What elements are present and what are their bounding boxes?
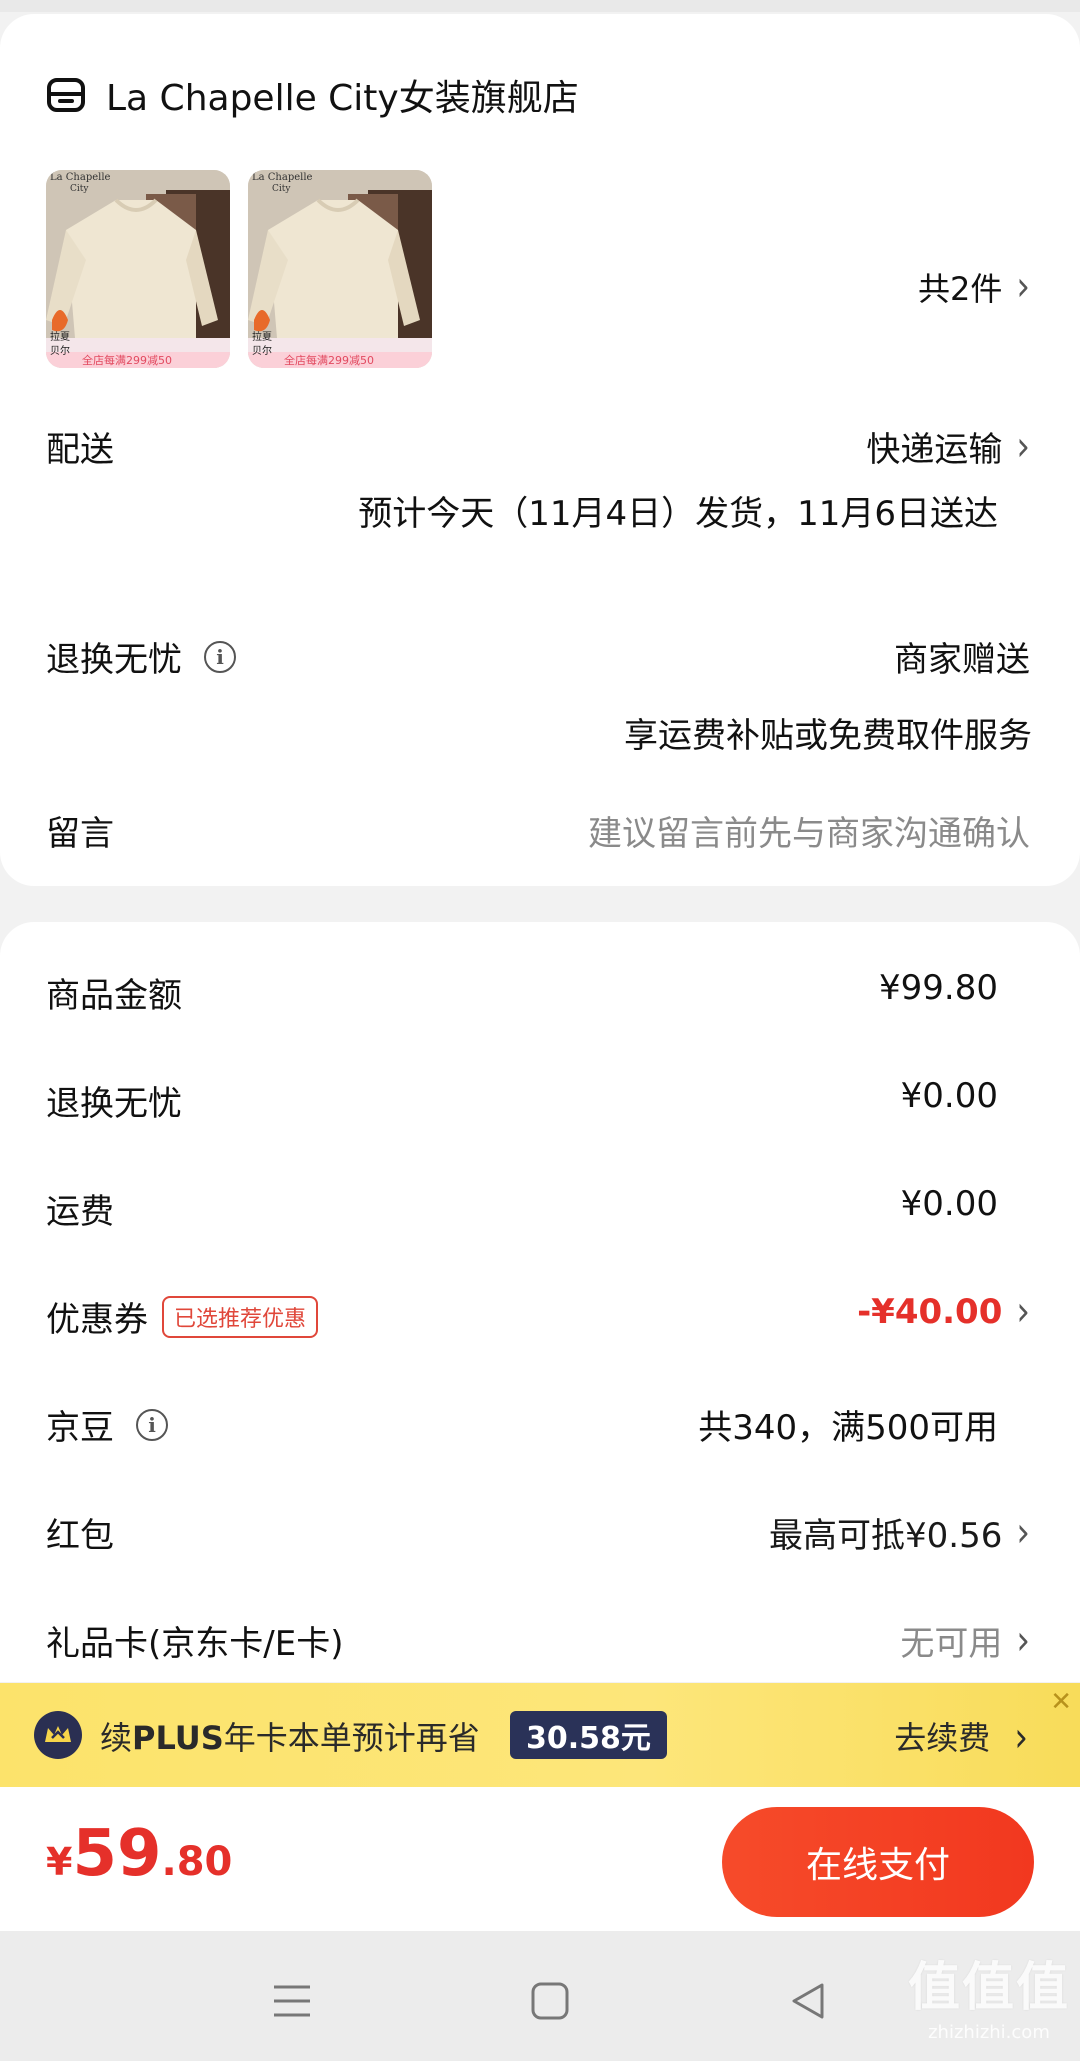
- message-label: 留言: [46, 814, 114, 854]
- store-name: La Chapelle City女装旗舰店: [106, 78, 579, 119]
- thumb-side-text: 拉夏: [50, 332, 70, 343]
- beans-label: 京豆: [46, 1408, 114, 1448]
- coupon-label: 优惠券: [46, 1300, 148, 1340]
- coupon-link[interactable]: -¥40.00 ›: [857, 1288, 1030, 1336]
- back-icon[interactable]: [778, 1971, 838, 2031]
- coupon-value: -¥40.00: [857, 1292, 1003, 1332]
- giftcard-link[interactable]: 无可用 ›: [900, 1616, 1030, 1665]
- chevron-right-icon: ›: [1016, 1288, 1030, 1336]
- thumb-brand-text: La Chapelle: [50, 172, 111, 183]
- total-decimal: .80: [161, 1839, 233, 1885]
- plus-text-body: 年卡本单预计再省: [223, 1719, 480, 1757]
- close-icon[interactable]: ✕: [1050, 1687, 1072, 1717]
- returns-sub: 享运费补贴或免费取件服务: [624, 716, 1032, 756]
- sweater-image: [248, 170, 432, 368]
- chevron-right-icon: ›: [1016, 263, 1030, 311]
- store-header[interactable]: La Chapelle City女装旗舰店: [46, 60, 579, 130]
- store-icon: [47, 78, 85, 112]
- info-icon[interactable]: i: [136, 1408, 168, 1441]
- chevron-right-icon: ›: [1014, 1714, 1028, 1762]
- thumb-side-text-2: 贝尔: [252, 346, 272, 357]
- chevron-right-icon: ›: [1016, 1616, 1030, 1665]
- plus-saving-badge: 30.58元: [510, 1711, 667, 1759]
- thumb-side-text: 拉夏: [252, 332, 272, 343]
- plus-crown-icon: [34, 1711, 82, 1759]
- pay-online-button[interactable]: 在线支付: [722, 1807, 1034, 1917]
- watermark: 值值值 zhizhizhi.com: [908, 1945, 1070, 2043]
- returns-label: 退换无忧: [46, 640, 182, 680]
- thumb-promo-text: 全店每满299减50: [284, 354, 374, 367]
- chevron-right-icon: ›: [1016, 1508, 1030, 1557]
- delivery-label: 配送: [46, 430, 114, 470]
- price-summary-card: 商品金额 ¥99.80 退换无忧 ¥0.00 运费 ¥0.00 优惠券 已选推荐…: [0, 922, 1080, 1682]
- delivery-method: 快递运输: [866, 430, 1003, 470]
- redpacket-link[interactable]: 最高可抵¥0.56 ›: [769, 1508, 1030, 1557]
- top-strip: [0, 0, 1080, 12]
- checkout-bar: ¥ 59 .80 在线支付: [0, 1787, 1080, 1931]
- item-count-label: 共2件: [918, 270, 1003, 308]
- coupon-tag: 已选推荐优惠: [162, 1295, 319, 1338]
- thumb-brand-text-2: City: [70, 184, 89, 194]
- goods-amount-label: 商品金额: [46, 976, 182, 1016]
- thumb-brand-text-2: City: [272, 184, 291, 194]
- product-thumbnail[interactable]: La Chapelle City 拉夏 贝尔 全店每满299减50: [46, 170, 230, 368]
- plus-renew-button[interactable]: 去续费 ›: [894, 1713, 1028, 1762]
- goods-amount-value: ¥99.80: [879, 968, 998, 1008]
- order-items-card: La Chapelle City女装旗舰店 La Chapelle City 拉…: [0, 14, 1080, 886]
- plus-prefix: 续: [100, 1719, 133, 1757]
- returns-fee-value: ¥0.00: [900, 1076, 998, 1116]
- plus-brand: PLUS: [132, 1719, 224, 1757]
- total-price: ¥ 59 .80: [46, 1817, 232, 1891]
- delivery-method-link[interactable]: 快递运输 ›: [866, 422, 1030, 471]
- plus-action-label: 去续费: [894, 1719, 991, 1757]
- plus-promo-text: 续PLUS年卡本单预计再省: [100, 1713, 480, 1759]
- product-thumbnail[interactable]: La Chapelle City 拉夏 贝尔 全店每满299减50: [248, 170, 432, 368]
- giftcard-value: 无可用: [900, 1624, 1003, 1664]
- thumb-promo-text: 全店每满299减50: [82, 354, 172, 367]
- returns-label-group: 退换无忧 i: [46, 632, 236, 681]
- shipping-value: ¥0.00: [900, 1184, 998, 1224]
- info-icon[interactable]: i: [204, 640, 236, 673]
- delivery-estimate: 预计今天（11月4日）发货，11月6日送达: [358, 494, 998, 534]
- redpacket-label: 红包: [46, 1516, 114, 1556]
- giftcard-label: 礼品卡(京东卡/E卡): [46, 1624, 344, 1664]
- watermark-url: zhizhizhi.com: [928, 2022, 1050, 2043]
- sweater-image: [46, 170, 230, 368]
- message-input[interactable]: 建议留言前先与商家沟通确认: [588, 806, 1030, 855]
- plus-renew-banner[interactable]: 续PLUS年卡本单预计再省 30.58元 去续费 › ✕: [0, 1683, 1080, 1787]
- shipping-label: 运费: [46, 1192, 114, 1232]
- chevron-right-icon: ›: [1016, 422, 1030, 471]
- coupon-label-group: 优惠券 已选推荐优惠: [46, 1292, 319, 1341]
- currency-symbol: ¥: [46, 1840, 73, 1884]
- home-icon[interactable]: [520, 1971, 580, 2031]
- item-count-link[interactable]: 共2件 ›: [918, 263, 1030, 311]
- watermark-logo: 值值值: [907, 1958, 1070, 2018]
- redpacket-value: 最高可抵¥0.56: [769, 1516, 1003, 1556]
- returns-value: 商家赠送: [894, 640, 1030, 680]
- beans-label-group: 京豆 i: [46, 1400, 168, 1449]
- item-thumbnails[interactable]: La Chapelle City 拉夏 贝尔 全店每满299减50 La Cha…: [46, 170, 432, 368]
- menu-icon[interactable]: [262, 1971, 322, 2031]
- total-integer: 59: [72, 1817, 162, 1891]
- returns-fee-label: 退换无忧: [46, 1084, 182, 1124]
- thumb-side-text-2: 贝尔: [50, 346, 70, 357]
- thumb-brand-text: La Chapelle: [252, 172, 313, 183]
- beans-value: 共340，满500可用: [698, 1408, 998, 1448]
- system-nav-bar: 值值值 zhizhizhi.com: [0, 1931, 1080, 2061]
